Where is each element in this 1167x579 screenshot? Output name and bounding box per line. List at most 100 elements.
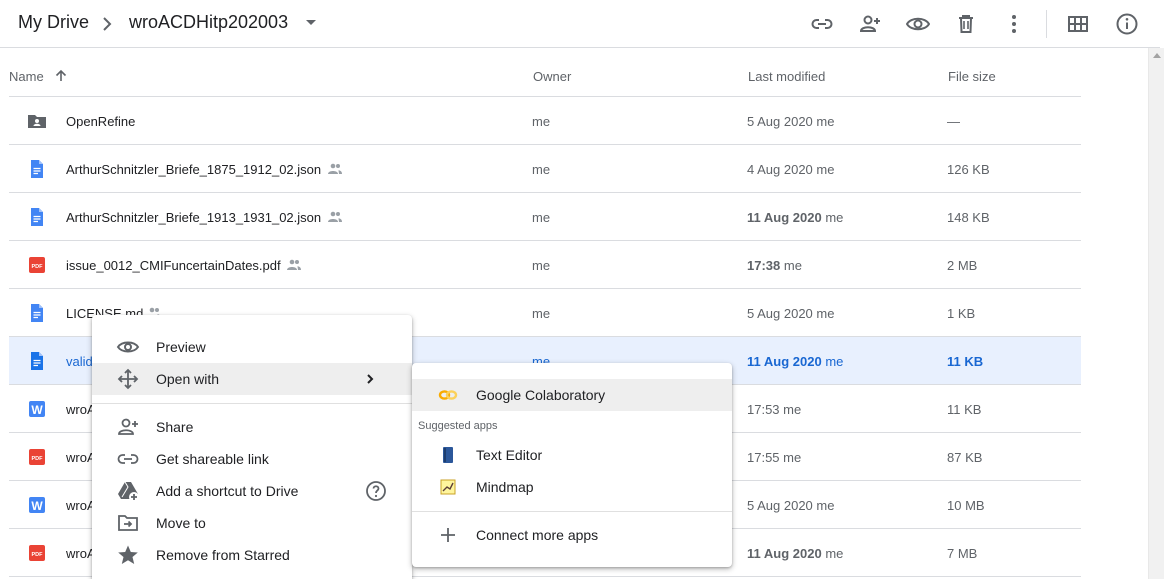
- menu-item-get-shareable-link[interactable]: Get shareable link: [92, 443, 412, 475]
- file-size: 87 KB: [947, 450, 983, 465]
- menu-item-label: Preview: [156, 339, 206, 355]
- menu-item-preview[interactable]: Preview: [92, 331, 412, 363]
- menu-item-open-with[interactable]: Open with: [92, 363, 412, 395]
- submenu-item-label: Mindmap: [476, 479, 534, 495]
- drive-shortcut-icon: [118, 481, 139, 502]
- owner: me: [532, 162, 551, 177]
- file-size: 11 KB: [947, 354, 984, 369]
- doc-icon: [31, 160, 43, 178]
- context-menu: Preview Open with Share Get shareable li…: [92, 315, 412, 579]
- file-size: 2 MB: [947, 258, 978, 273]
- last-modified: 17:53 me: [747, 402, 802, 417]
- breadcrumb-my-drive[interactable]: My Drive: [18, 12, 89, 33]
- info-icon[interactable]: [1115, 12, 1139, 36]
- owner: me: [532, 258, 551, 273]
- menu-item-share[interactable]: Share: [92, 411, 412, 443]
- doc-icon: [31, 352, 43, 370]
- menu-divider: [92, 403, 412, 404]
- last-modified: 5 Aug 2020 me: [747, 114, 835, 129]
- more-vert-icon[interactable]: [1002, 12, 1026, 36]
- shared-people-icon: [287, 259, 301, 270]
- file-name: ArthurSchnitzler_Briefe_1913_1931_02.jso…: [66, 210, 322, 225]
- word-icon: W: [29, 401, 45, 417]
- file-size: 7 MB: [947, 546, 978, 561]
- menu-item-add-shortcut[interactable]: Add a shortcut to Drive: [92, 475, 412, 507]
- add-person-icon[interactable]: [858, 12, 882, 36]
- shared-people-icon: [328, 211, 342, 222]
- shared-folder-icon: [28, 115, 46, 128]
- svg-text:W: W: [31, 499, 43, 513]
- link-icon[interactable]: [810, 12, 834, 36]
- menu-item-label: Add a shortcut to Drive: [156, 483, 299, 499]
- menu-item-move-to[interactable]: Move to: [92, 507, 412, 539]
- column-header-last-modified[interactable]: Last modified: [748, 69, 825, 84]
- menu-item-remove-from-starred[interactable]: Remove from Starred: [92, 539, 412, 571]
- top-bar: My Drive wroACDHitp202003: [0, 0, 1160, 48]
- file-size: 11 KB: [947, 402, 982, 417]
- submenu-item-label: Google Colaboratory: [476, 387, 606, 403]
- file-size: 126 KB: [947, 162, 990, 177]
- last-modified: 11 Aug 2020 me: [747, 354, 844, 369]
- submenu-item-google-colaboratory[interactable]: Google Colaboratory: [412, 379, 732, 411]
- mindmap-icon: [440, 479, 456, 495]
- doc-icon: [31, 304, 43, 322]
- menu-item-label: Move to: [156, 515, 206, 531]
- move-to-folder-icon: [118, 515, 138, 531]
- star-icon: [118, 545, 138, 564]
- table-row[interactable]: OpenRefine me 5 Aug 2020 me —: [9, 97, 1081, 145]
- help-icon[interactable]: [364, 479, 388, 503]
- submenu-item-label: Connect more apps: [476, 527, 599, 543]
- file-name: OpenRefine: [66, 114, 136, 129]
- text-editor-icon: [443, 447, 453, 463]
- last-modified: 17:55 me: [747, 450, 802, 465]
- svg-text:W: W: [31, 403, 43, 417]
- table-row[interactable]: ArthurSchnitzler_Briefe_1875_1912_02.jso…: [9, 145, 1081, 193]
- submenu-item-mindmap[interactable]: Mindmap: [412, 471, 732, 503]
- vertical-scrollbar[interactable]: [1148, 48, 1164, 579]
- chevron-right-icon: [367, 374, 374, 384]
- last-modified: 17:38 me: [747, 258, 802, 273]
- menu-item-label: Share: [156, 419, 194, 435]
- submenu-divider: [412, 511, 732, 512]
- svg-text:PDF: PDF: [32, 456, 44, 462]
- move-arrows-icon: [117, 368, 139, 390]
- toolbar-divider: [1046, 10, 1047, 38]
- column-header-owner[interactable]: Owner: [533, 69, 571, 84]
- trash-icon[interactable]: [954, 12, 978, 36]
- grid-view-icon[interactable]: [1066, 12, 1090, 36]
- owner: me: [532, 210, 551, 225]
- pdf-icon: PDF: [29, 257, 45, 273]
- last-modified: 5 Aug 2020 me: [747, 306, 835, 321]
- file-size: 10 MB: [947, 498, 985, 513]
- add-person-icon: [118, 418, 138, 435]
- submenu-item-text-editor[interactable]: Text Editor: [412, 439, 732, 471]
- shared-people-icon: [328, 163, 342, 174]
- column-header-name[interactable]: Name: [9, 69, 44, 84]
- sort-ascending-arrow-icon[interactable]: [54, 69, 68, 83]
- chevron-right-icon: [103, 17, 112, 31]
- last-modified: 5 Aug 2020 me: [747, 498, 835, 513]
- link-icon: [117, 454, 139, 464]
- breadcrumb-current-folder[interactable]: wroACDHitp202003: [129, 12, 288, 33]
- pdf-icon: PDF: [29, 545, 45, 561]
- suggested-apps-caption: Suggested apps: [418, 420, 498, 432]
- scroll-up-arrow-icon[interactable]: [1153, 53, 1161, 58]
- svg-text:PDF: PDF: [32, 552, 44, 558]
- menu-item-label: Get shareable link: [156, 451, 269, 467]
- file-name: ArthurSchnitzler_Briefe_1875_1912_02.jso…: [66, 162, 322, 177]
- file-name: valid: [66, 354, 93, 369]
- eye-icon: [116, 341, 140, 353]
- table-row[interactable]: ArthurSchnitzler_Briefe_1913_1931_02.jso…: [9, 193, 1081, 241]
- table-row[interactable]: PDF issue_0012_CMIFuncertainDates.pdf me…: [9, 241, 1081, 289]
- owner: me: [532, 306, 551, 321]
- file-name: issue_0012_CMIFuncertainDates.pdf: [66, 258, 281, 273]
- menu-item-label: Open with: [156, 371, 220, 387]
- file-size: —: [947, 114, 960, 129]
- preview-eye-icon[interactable]: [906, 12, 930, 36]
- colab-icon: [438, 390, 458, 400]
- column-header-file-size[interactable]: File size: [948, 69, 996, 84]
- submenu-item-label: Text Editor: [476, 447, 543, 463]
- owner: me: [532, 114, 551, 129]
- caret-down-icon[interactable]: [305, 19, 317, 27]
- submenu-item-connect-more-apps[interactable]: Connect more apps: [412, 519, 732, 551]
